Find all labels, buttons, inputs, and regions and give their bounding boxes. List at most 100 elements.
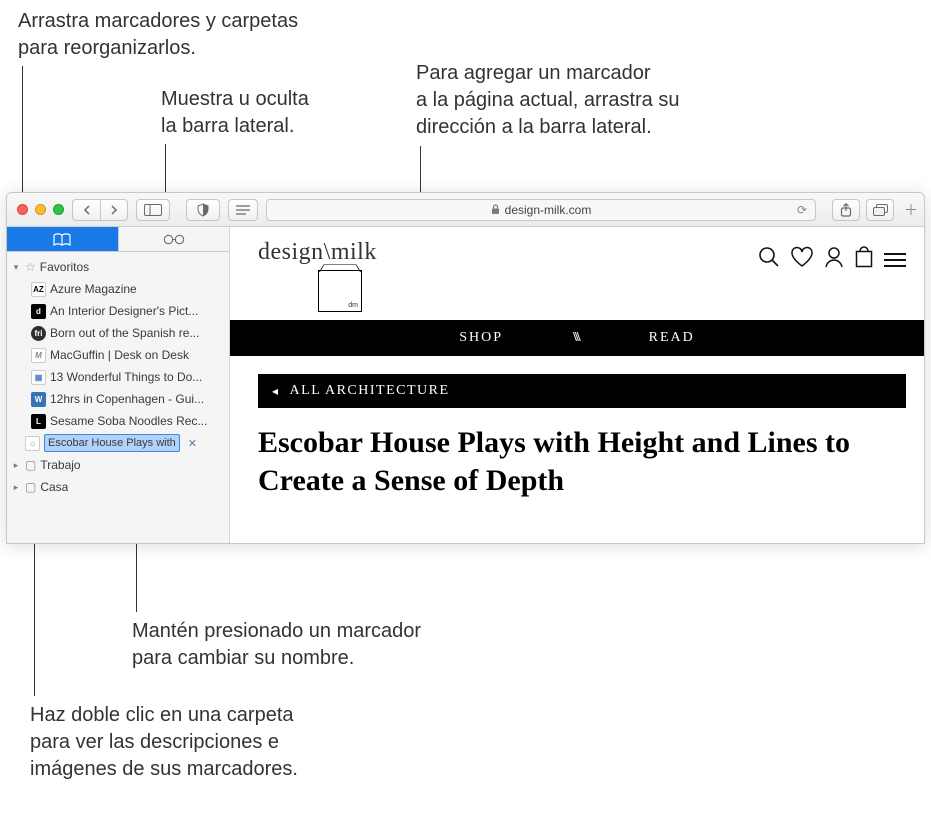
site-favicon: ⌂ xyxy=(25,436,40,451)
sidebar: ▾ ☆ Favoritos AZ Azure Magazine d An Int… xyxy=(7,227,230,543)
bookmark-item[interactable]: d An Interior Designer's Pict... xyxy=(7,300,229,322)
nav-read[interactable]: READ xyxy=(649,330,695,346)
site-favicon: ▦ xyxy=(31,370,46,385)
site-favicon: fri xyxy=(31,326,46,341)
nav-shop[interactable]: SHOP xyxy=(459,330,503,346)
bookmark-item[interactable]: ▦ 13 Wonderful Things to Do... xyxy=(7,366,229,388)
bookmark-label: An Interior Designer's Pict... xyxy=(50,304,198,318)
article-title: Escobar House Plays with Height and Line… xyxy=(230,408,924,501)
bookmark-label: Azure Magazine xyxy=(50,282,137,296)
disclosure-triangle-icon[interactable]: ▸ xyxy=(11,460,21,471)
address-area: design-milk.com ⟳ xyxy=(186,199,816,221)
shield-icon xyxy=(196,203,210,217)
folder-icon: ▢ xyxy=(25,458,36,472)
clear-icon[interactable]: ✕ xyxy=(188,437,197,450)
callout-toggle-sidebar: Muestra u oculta la barra lateral. xyxy=(161,86,309,140)
section-label: Favoritos xyxy=(40,260,89,274)
sidebar-toggle-button[interactable] xyxy=(136,199,170,221)
site-logo[interactable]: design\milk dm xyxy=(258,239,377,312)
menu-icon[interactable] xyxy=(884,253,906,267)
site-favicon: W xyxy=(31,392,46,407)
bookmark-label: 12hrs in Copenhagen - Gui... xyxy=(50,392,204,406)
sidebar-folder[interactable]: ▸ ▢ Casa xyxy=(7,476,229,498)
reader-icon xyxy=(236,205,250,215)
breadcrumb-label: ALL ARCHITECTURE xyxy=(290,383,450,399)
zoom-window-button[interactable] xyxy=(53,204,64,215)
bookmark-label: 13 Wonderful Things to Do... xyxy=(50,370,202,384)
site-favicon: M xyxy=(31,348,46,363)
callout-double-click: Haz doble clic en una carpeta para ver l… xyxy=(30,702,298,783)
callout-line xyxy=(420,146,421,198)
close-window-button[interactable] xyxy=(17,204,28,215)
toolbar: design-milk.com ⟳ ＋ xyxy=(7,193,924,227)
glasses-icon xyxy=(163,234,185,245)
site-favicon: AZ xyxy=(31,282,46,297)
logo-graphic: dm xyxy=(318,270,362,312)
folder-label: Trabajo xyxy=(40,458,80,472)
site-header: design\milk dm xyxy=(230,227,924,320)
bookmark-item[interactable]: L Sesame Soba Noodles Rec... xyxy=(7,410,229,432)
bookmark-label: Born out of the Spanish re... xyxy=(50,326,199,340)
share-button[interactable] xyxy=(832,199,860,221)
address-bar[interactable]: design-milk.com ⟳ xyxy=(266,199,816,221)
disclosure-triangle-icon[interactable]: ▸ xyxy=(11,482,21,493)
disclosure-triangle-icon[interactable]: ▾ xyxy=(11,262,21,273)
sidebar-icon xyxy=(144,204,162,216)
webpage-content: design\milk dm xyxy=(230,227,924,543)
folder-icon: ▢ xyxy=(25,480,36,494)
bookmark-item[interactable]: M MacGuffin | Desk on Desk xyxy=(7,344,229,366)
sidebar-list: ▾ ☆ Favoritos AZ Azure Magazine d An Int… xyxy=(7,252,229,502)
nav-back-forward xyxy=(72,199,128,221)
bookmark-rename-input[interactable]: Escobar House Plays with xyxy=(44,434,180,452)
folder-label: Casa xyxy=(40,480,68,494)
tabs-icon xyxy=(873,204,888,216)
heart-icon[interactable] xyxy=(790,246,814,274)
site-header-actions xyxy=(758,239,906,274)
reader-button[interactable] xyxy=(228,199,258,221)
nav-divider-icon: \\\ xyxy=(573,330,579,346)
tabs-button[interactable] xyxy=(866,199,894,221)
bookmark-rename-text: Escobar House Plays with xyxy=(48,437,176,449)
callout-line xyxy=(165,144,166,199)
callout-line xyxy=(34,530,35,696)
chevron-right-icon xyxy=(110,205,118,215)
sidebar-tabs xyxy=(7,227,229,252)
window-body: ▾ ☆ Favoritos AZ Azure Magazine d An Int… xyxy=(7,227,924,543)
star-icon: ☆ xyxy=(25,260,36,274)
site-favicon: L xyxy=(31,414,46,429)
privacy-report-button[interactable] xyxy=(186,199,220,221)
address-text: design-milk.com xyxy=(505,203,592,217)
book-icon xyxy=(53,233,71,246)
lock-icon xyxy=(491,204,500,215)
bookmark-label: Sesame Soba Noodles Rec... xyxy=(50,414,207,428)
bookmark-item[interactable]: AZ Azure Magazine xyxy=(7,278,229,300)
search-icon[interactable] xyxy=(758,246,780,274)
site-navbar: SHOP \\\ READ xyxy=(230,320,924,356)
minimize-window-button[interactable] xyxy=(35,204,46,215)
callout-add-bookmark: Para agregar un marcador a la página act… xyxy=(416,60,680,141)
callout-rename: Mantén presionado un marcador para cambi… xyxy=(132,618,421,672)
bag-icon[interactable] xyxy=(854,245,874,274)
sidebar-tab-bookmarks[interactable] xyxy=(7,227,119,251)
sidebar-section-favorites[interactable]: ▾ ☆ Favoritos xyxy=(7,256,229,278)
new-tab-button[interactable]: ＋ xyxy=(904,200,918,220)
sidebar-tab-reading-list[interactable] xyxy=(119,227,230,251)
bookmark-item[interactable]: fri Born out of the Spanish re... xyxy=(7,322,229,344)
account-icon[interactable] xyxy=(824,246,844,274)
chevron-left-icon: ◂ xyxy=(272,384,280,399)
bookmark-label: MacGuffin | Desk on Desk xyxy=(50,348,189,362)
bookmark-item[interactable]: W 12hrs in Copenhagen - Gui... xyxy=(7,388,229,410)
sidebar-folder[interactable]: ▸ ▢ Trabajo xyxy=(7,454,229,476)
back-button[interactable] xyxy=(72,199,100,221)
breadcrumb[interactable]: ◂ ALL ARCHITECTURE xyxy=(258,374,906,408)
window-controls xyxy=(13,204,64,215)
logo-dm: dm xyxy=(348,302,358,309)
toolbar-right: ＋ xyxy=(832,199,918,221)
callout-drag: Arrastra marcadores y carpetas para reor… xyxy=(18,8,298,62)
logo-text: design\milk xyxy=(258,239,377,266)
forward-button[interactable] xyxy=(100,199,128,221)
chevron-left-icon xyxy=(83,205,91,215)
safari-window: design-milk.com ⟳ ＋ xyxy=(6,192,925,544)
reload-button[interactable]: ⟳ xyxy=(797,203,807,217)
bookmark-item-editing[interactable]: ⌂ Escobar House Plays with ✕ xyxy=(7,432,229,454)
